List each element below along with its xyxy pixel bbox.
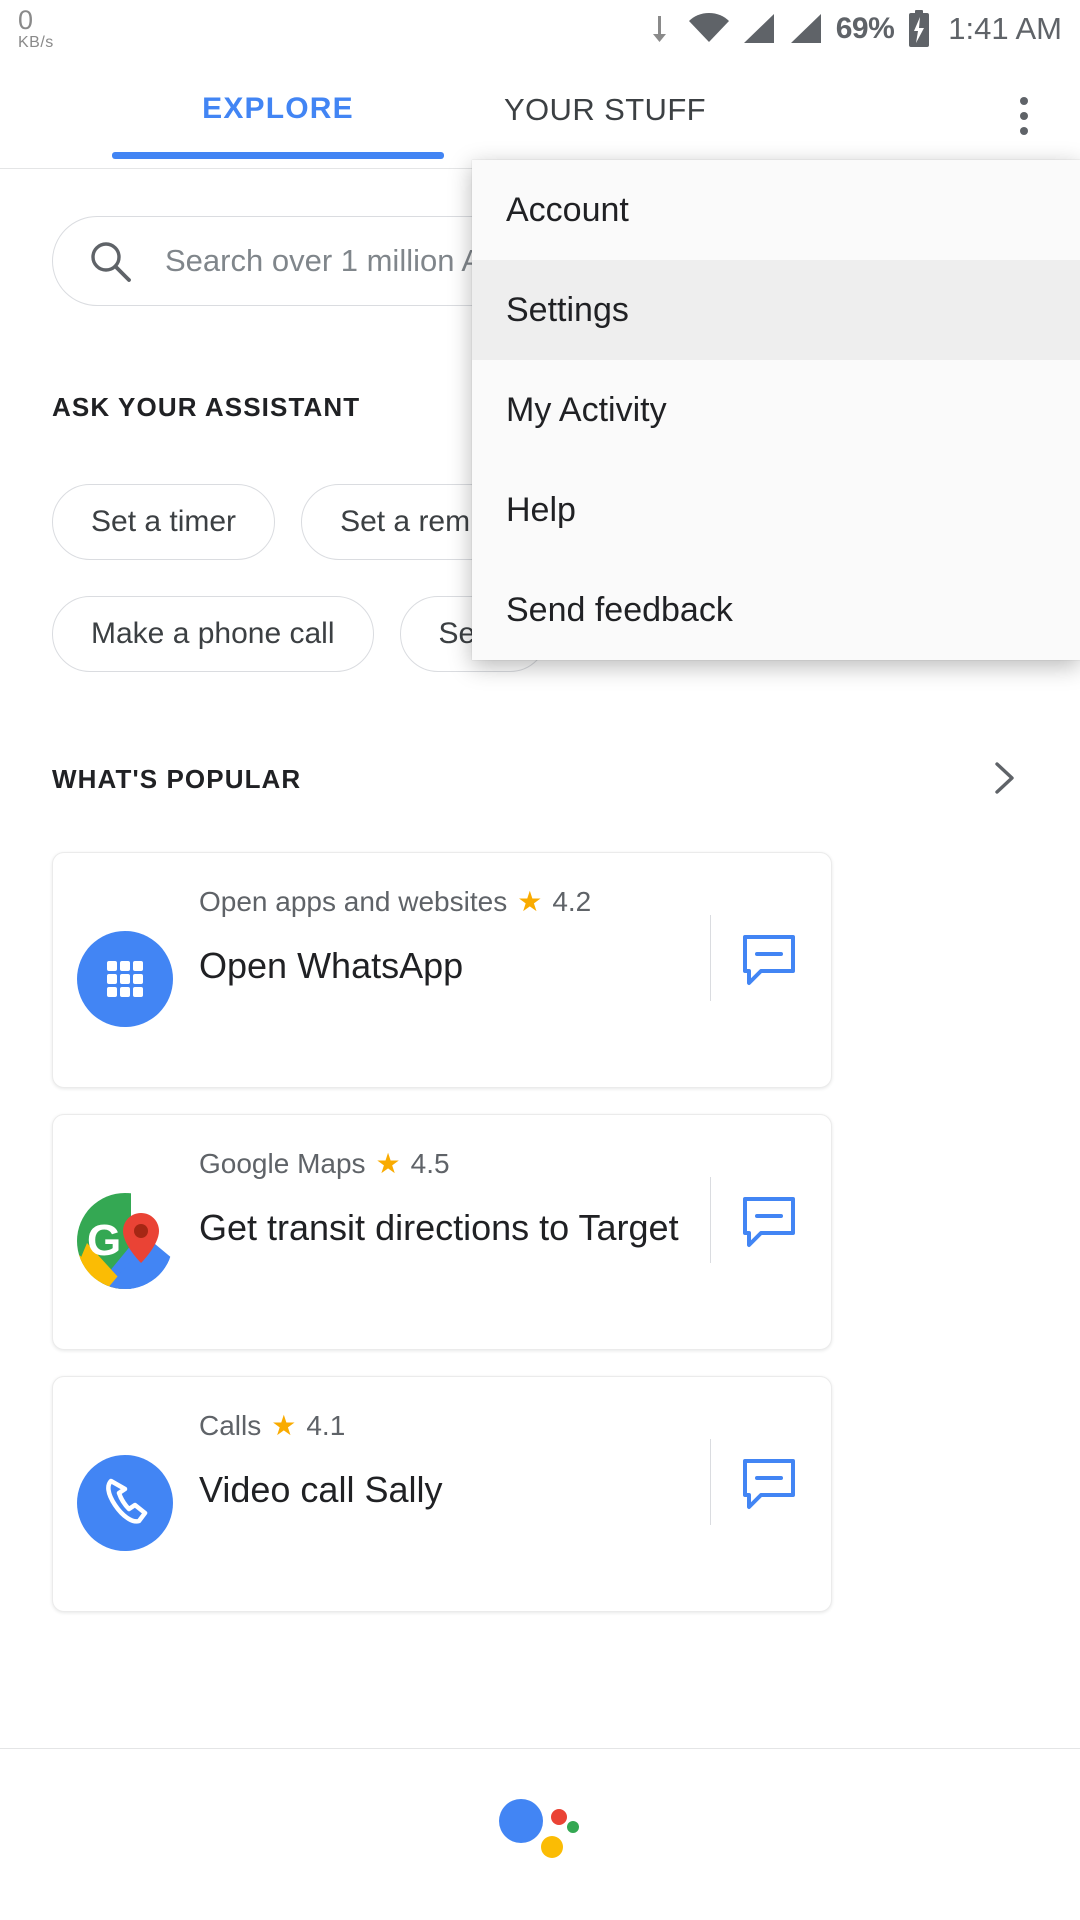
chip-set-a-timer[interactable]: Set a timer: [52, 484, 276, 560]
chevron-right-icon[interactable]: [984, 758, 1024, 798]
dot-1-icon: [1020, 97, 1028, 105]
chat-bubble-icon[interactable]: [741, 1455, 797, 1511]
list-item[interactable]: Calls ★ 4.1 Video call Sally: [52, 1376, 832, 1612]
sync-arrows-icon: [652, 16, 666, 42]
wifi-icon: [688, 13, 729, 42]
card-divider: [710, 1439, 711, 1525]
card-title: Video call Sally: [199, 1469, 443, 1510]
dot-3-icon: [1020, 127, 1028, 135]
network-speed-unit: KB/s: [18, 34, 54, 51]
signal-bar-icon: [743, 14, 774, 43]
menu-item-help[interactable]: Help: [472, 460, 1080, 560]
tab-your-stuff[interactable]: YOUR STUFF: [460, 92, 750, 128]
card-subtitle-row: Open apps and websites ★ 4.2: [199, 885, 591, 918]
card-subtitle-row: Google Maps ★ 4.5: [199, 1147, 450, 1180]
network-speed-indicator: 0 KB/s: [18, 7, 54, 51]
chip-make-a-phone-call[interactable]: Make a phone call: [52, 596, 374, 672]
card-rating: 4.1: [306, 1409, 346, 1441]
tab-explore[interactable]: EXPLORE: [112, 92, 444, 126]
card-category: Open apps and websites: [199, 885, 508, 917]
card-title: Open WhatsApp: [199, 945, 464, 986]
svg-text:G: G: [87, 1216, 121, 1265]
network-speed-value: 0: [18, 5, 34, 35]
star-icon: ★: [517, 886, 543, 917]
google-maps-pin-icon: G: [77, 1193, 173, 1289]
phone-call-icon: [77, 1455, 173, 1551]
list-item[interactable]: G Google Maps ★ 4.5 Get transit directio…: [52, 1114, 832, 1350]
list-item[interactable]: Open apps and websites ★ 4.2 Open WhatsA…: [52, 852, 832, 1088]
card-subtitle-row: Calls ★ 4.1: [199, 1409, 345, 1442]
dot-2-icon: [1020, 112, 1028, 120]
status-bar: 0 KB/s 69% 1:41 AM: [0, 0, 1080, 58]
card-category: Calls: [199, 1409, 262, 1441]
chat-bubble-icon[interactable]: [741, 1193, 797, 1249]
search-icon: [91, 242, 131, 282]
menu-item-my-activity[interactable]: My Activity: [472, 360, 1080, 460]
card-rating: 4.2: [552, 885, 592, 917]
assistant-section-heading: ASK YOUR ASSISTANT: [52, 392, 361, 422]
popular-card-list: Open apps and websites ★ 4.2 Open WhatsA…: [52, 852, 832, 1638]
signal-bar-2-icon: [790, 14, 821, 43]
star-icon: ★: [375, 1148, 401, 1179]
google-assistant-dots-icon[interactable]: [495, 1795, 585, 1865]
overflow-menu-button[interactable]: [998, 86, 1050, 146]
app-screen: 0 KB/s 69% 1:41 AM EXPLORE YOUR STUFF Se…: [0, 0, 1080, 1920]
star-icon: ★: [271, 1410, 297, 1441]
tab-active-indicator: [112, 152, 444, 159]
card-category: Google Maps: [199, 1147, 366, 1179]
apps-grid-icon: [77, 931, 173, 1027]
bottom-bar: [0, 1748, 1080, 1920]
popular-section-heading: WHAT'S POPULAR: [52, 764, 302, 794]
card-title: Get transit directions to Target: [199, 1207, 679, 1248]
menu-item-settings[interactable]: Settings: [472, 260, 1080, 360]
card-divider: [710, 915, 711, 1001]
card-rating: 4.5: [410, 1147, 450, 1179]
chat-bubble-icon[interactable]: [741, 931, 797, 987]
menu-item-account[interactable]: Account: [472, 160, 1080, 260]
overflow-dropdown-menu: Account Settings My Activity Help Send f…: [472, 160, 1080, 660]
status-clock: 1:41 AM: [948, 11, 1062, 46]
card-divider: [710, 1177, 711, 1263]
battery-percent: 69%: [835, 12, 895, 45]
menu-item-send-feedback[interactable]: Send feedback: [472, 560, 1080, 660]
status-icons: 69% 1:41 AM: [650, 9, 1062, 49]
battery-charging-icon: [909, 10, 930, 47]
search-placeholder: Search over 1 million Ac: [165, 243, 498, 278]
